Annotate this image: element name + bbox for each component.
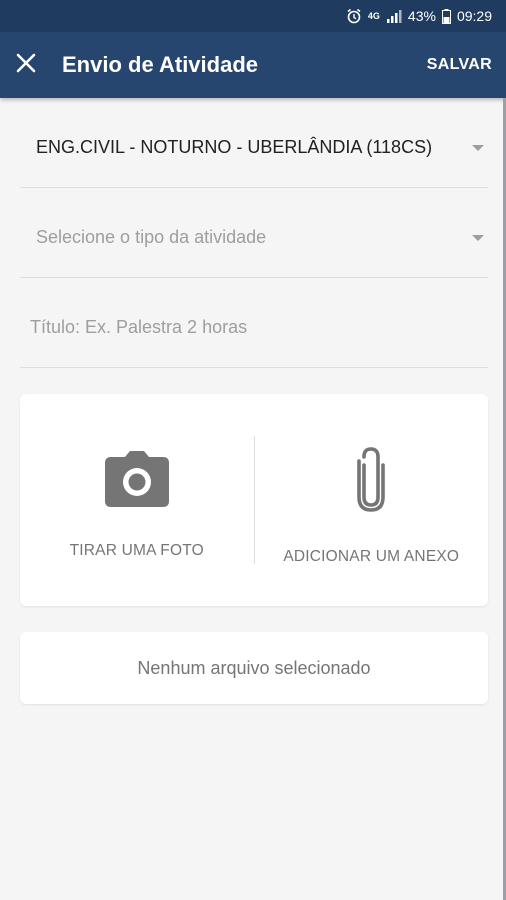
battery-percent: 43% bbox=[407, 8, 436, 24]
dropdown-arrow-icon bbox=[472, 144, 484, 151]
activity-type-placeholder: Selecione o tipo da atividade bbox=[36, 227, 267, 247]
take-photo-label: TIRAR UMA FOTO bbox=[69, 541, 204, 559]
battery-icon bbox=[441, 8, 451, 24]
alarm-icon bbox=[346, 8, 362, 24]
app-bar: Envio de Atividade SALVAR bbox=[0, 32, 506, 98]
selection-status-card: Nenhum arquivo selecionado bbox=[20, 632, 488, 704]
title-input-placeholder: Título: Ex. Palestra 2 horas bbox=[30, 317, 248, 337]
clock-time: 09:29 bbox=[456, 8, 492, 24]
status-bar: 4G 43% 09:29 bbox=[0, 0, 506, 32]
course-select[interactable]: ENG.CIVIL - NOTURNO - UBERLÂNDIA (118CS) bbox=[20, 108, 488, 188]
network-type-label: 4G bbox=[367, 11, 380, 21]
paperclip-icon bbox=[351, 445, 391, 518]
no-file-selected-text: Nenhum arquivo selecionado bbox=[137, 657, 371, 678]
dropdown-arrow-icon bbox=[472, 234, 484, 241]
save-button[interactable]: SALVAR bbox=[427, 56, 492, 74]
signal-icon bbox=[386, 9, 402, 23]
course-select-value: ENG.CIVIL - NOTURNO - UBERLÂNDIA (118CS) bbox=[36, 137, 433, 157]
page-title: Envio de Atividade bbox=[62, 52, 259, 77]
take-photo-button[interactable]: TIRAR UMA FOTO bbox=[20, 394, 254, 606]
add-attachment-button[interactable]: ADICIONAR UM ANEXO bbox=[255, 394, 489, 606]
add-attachment-label: ADICIONAR UM ANEXO bbox=[283, 547, 460, 565]
close-button[interactable] bbox=[0, 32, 52, 98]
title-input[interactable]: Título: Ex. Palestra 2 horas bbox=[20, 288, 488, 368]
camera-icon bbox=[104, 450, 169, 512]
attachment-card: TIRAR UMA FOTO ADICIONAR UM ANEXO bbox=[20, 394, 488, 606]
activity-type-select[interactable]: Selecione o tipo da atividade bbox=[20, 198, 488, 278]
close-icon bbox=[16, 53, 36, 78]
